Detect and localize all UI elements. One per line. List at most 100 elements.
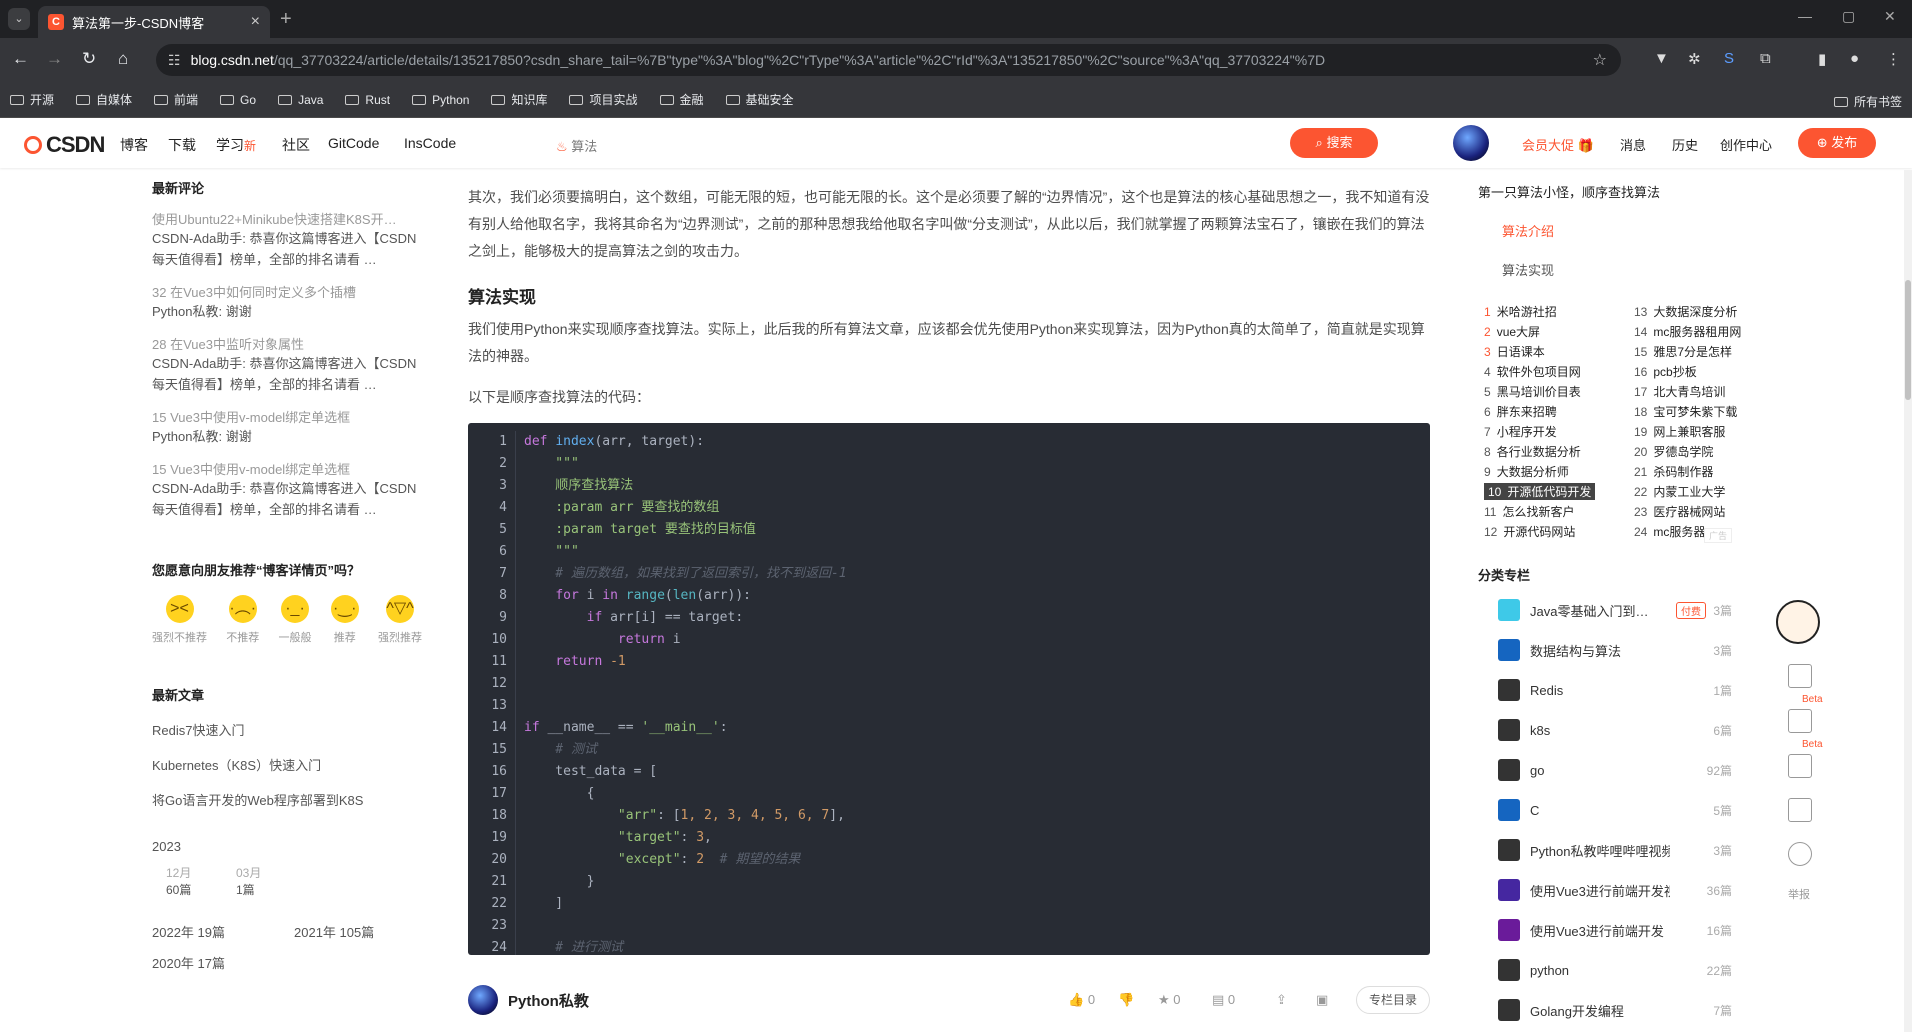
forward-icon[interactable]: → — [46, 49, 63, 69]
bookmark-folder[interactable]: 自媒体 — [76, 91, 132, 108]
column-category[interactable]: k8s 6篇 — [1478, 710, 1768, 750]
report-link[interactable]: 举报 — [1788, 886, 1828, 902]
site-info-icon[interactable]: ☷ — [168, 52, 181, 69]
profile-icon[interactable]: ● — [1850, 50, 1859, 67]
pdf-icon[interactable]: ▣ — [1316, 992, 1328, 1008]
rating-option[interactable]: ·‿· 推荐 — [330, 595, 359, 645]
list-icon[interactable] — [1788, 709, 1812, 733]
extension-v-icon[interactable]: ▼ — [1654, 50, 1669, 67]
column-category[interactable]: Python私教哔哩哔哩视频…3篇 — [1478, 830, 1768, 870]
address-bar[interactable]: ☷ blog.csdn.net/qq_37703224/article/deta… — [156, 44, 1621, 76]
column-category[interactable]: 数据结构与算法 3篇 — [1478, 630, 1768, 670]
like-button[interactable]: 👍 0 — [1068, 992, 1095, 1008]
hot-item[interactable]: 3 日语课本 — [1484, 343, 1545, 360]
nav-creator-center[interactable]: 创作中心 — [1720, 135, 1772, 154]
archive-year-item[interactable]: 2022年 19篇 — [152, 922, 294, 941]
hot-item[interactable]: 6 胖东来招聘 — [1484, 403, 1557, 420]
archive-month[interactable]: 12月 60篇 — [166, 864, 236, 898]
edit-icon[interactable] — [1788, 798, 1812, 822]
window-close-icon[interactable]: ✕ — [1884, 8, 1896, 25]
column-category[interactable]: Golang开发编程 7篇 — [1478, 990, 1768, 1030]
extensions-puzzle-icon[interactable]: ⧉ — [1760, 50, 1771, 67]
hot-item[interactable]: 2 vue大屏 — [1484, 323, 1540, 340]
chart-icon[interactable] — [1788, 664, 1812, 688]
column-category[interactable]: Redis 1篇 — [1478, 670, 1768, 710]
search-button[interactable]: ⌕ 搜索 — [1290, 128, 1378, 158]
nav-inscode[interactable]: InsCode — [404, 135, 456, 151]
bookmark-folder[interactable]: Go — [220, 93, 256, 107]
nav-download[interactable]: 下载 — [168, 135, 196, 155]
scrollbar-thumb[interactable] — [1905, 280, 1911, 400]
archive-year[interactable]: 2023 — [152, 839, 420, 854]
column-category[interactable]: 使用Vue3进行前端开发视…36篇 — [1478, 870, 1768, 910]
browser-tab[interactable]: C 算法第一步-CSDN博客 × — [38, 6, 270, 38]
archive-month[interactable]: 03月 1篇 — [236, 864, 306, 898]
hot-item[interactable]: 7 小程序开发 — [1484, 423, 1557, 440]
vip-promo[interactable]: 会员大促 🎁 — [1522, 135, 1594, 154]
toc-item-active[interactable]: 算法介绍 — [1502, 221, 1768, 240]
dislike-icon[interactable]: 👎 — [1118, 992, 1134, 1008]
bookmark-folder[interactable]: 金融 — [659, 91, 704, 108]
column-toc-button[interactable]: 专栏目录 — [1356, 986, 1430, 1014]
nav-learn[interactable]: 学习新 — [216, 135, 256, 155]
bookmark-folder[interactable]: Rust — [345, 93, 390, 107]
hot-item[interactable]: 17 北大青鸟培训 — [1634, 383, 1725, 400]
publish-button[interactable]: ⊕ 发布 — [1798, 128, 1876, 158]
maximize-icon[interactable]: ▢ — [1842, 8, 1855, 25]
bookmark-star-icon[interactable]: ☆ — [1593, 50, 1607, 70]
bookmark-folder[interactable]: 项目实战 — [569, 91, 638, 108]
rating-option[interactable]: ^▽^ 强烈推荐 — [378, 595, 422, 645]
rating-option[interactable]: ·_· 一般般 — [279, 595, 312, 645]
comment-article-link[interactable]: 15 Vue3中使用v-model绑定单选框 — [152, 407, 420, 426]
recent-article-link[interactable]: 将Go语言开发的Web程序部署到K8S — [152, 790, 420, 809]
hot-item-selected[interactable]: 10 开源低代码开发 — [1484, 483, 1596, 500]
author-name[interactable]: Python私教 — [508, 990, 589, 1011]
nav-gitcode[interactable]: GitCode — [328, 135, 379, 151]
extension-s-icon[interactable]: S — [1724, 50, 1734, 67]
nav-community[interactable]: 社区 — [282, 135, 310, 155]
comment-article-link[interactable]: 15 Vue3中使用v-model绑定单选框 — [152, 459, 420, 478]
bookmark-folder[interactable]: Java — [278, 93, 323, 107]
comment-article-link[interactable]: 28 在Vue3中监听对象属性 — [152, 334, 420, 353]
layout-icon[interactable] — [1788, 754, 1812, 778]
bookmark-folder[interactable]: Python — [412, 93, 469, 107]
recent-article-link[interactable]: Redis7快速入门 — [152, 720, 420, 739]
hot-item[interactable]: 13 大数据深度分析 — [1634, 303, 1737, 320]
bookmark-folder[interactable]: 前端 — [154, 91, 198, 108]
share-icon[interactable]: ⇪ — [1276, 992, 1287, 1008]
minimize-icon[interactable]: — — [1798, 8, 1812, 24]
hot-item[interactable]: 14 mc服务器租用网 — [1634, 323, 1741, 340]
rating-option[interactable]: >< 强烈不推荐 — [152, 595, 207, 645]
author-avatar[interactable] — [468, 985, 498, 1015]
browser-menu-icon[interactable]: ⋮ — [1886, 50, 1901, 68]
hot-item[interactable]: 21 杀码制作器 — [1634, 463, 1713, 480]
code-block[interactable]: 12 34 56 78 9 10 11 12 13 14 15 16 17 18 19 20… — [468, 423, 1430, 955]
hot-item[interactable]: 15 雅思7分是怎样 — [1634, 343, 1732, 360]
comment-article-link[interactable]: 32 在Vue3中如何同时定义多个插槽 — [152, 282, 420, 301]
headset-icon[interactable] — [1788, 842, 1812, 866]
back-icon[interactable]: ← — [12, 49, 29, 69]
extension-gear-icon[interactable]: ✲ — [1688, 50, 1701, 68]
hot-item[interactable]: 9 大数据分析师 — [1484, 463, 1569, 480]
nav-blog[interactable]: 博客 — [120, 135, 148, 155]
hot-item[interactable]: 1 米哈游社招 — [1484, 303, 1557, 320]
hot-item[interactable]: 4 软件外包项目网 — [1484, 363, 1581, 380]
archive-year-item[interactable]: 2020年 17篇 — [152, 953, 420, 972]
new-tab-icon[interactable]: + — [280, 8, 292, 31]
all-bookmarks[interactable]: 所有书签 — [1833, 93, 1902, 110]
toc-title[interactable]: 第一只算法小怪，顺序查找算法 — [1478, 182, 1768, 201]
column-category[interactable]: C 5篇 — [1478, 790, 1768, 830]
bookmark-folder[interactable]: 知识库 — [491, 91, 547, 108]
column-category[interactable]: 使用Vue3进行前端开发 16篇 — [1478, 910, 1768, 950]
bookmark-folder[interactable]: 基础安全 — [725, 91, 794, 108]
hot-item[interactable]: 11 怎么找新客户 — [1484, 503, 1574, 520]
mascot-icon[interactable] — [1776, 600, 1820, 644]
toc-item[interactable]: 算法实现 — [1502, 260, 1768, 279]
hot-item[interactable]: 18 宝可梦朱紫下载 — [1634, 403, 1737, 420]
tab-close-icon[interactable]: × — [251, 13, 260, 31]
nav-messages[interactable]: 消息 — [1620, 135, 1646, 154]
hot-item[interactable]: 19 网上兼职客服 — [1634, 423, 1725, 440]
search-input[interactable]: ♨ 算法 — [556, 136, 597, 155]
column-category[interactable]: Java零基础入门到… 付费 3篇 — [1478, 590, 1768, 630]
hot-item[interactable]: 16 pcb抄板 — [1634, 363, 1697, 380]
